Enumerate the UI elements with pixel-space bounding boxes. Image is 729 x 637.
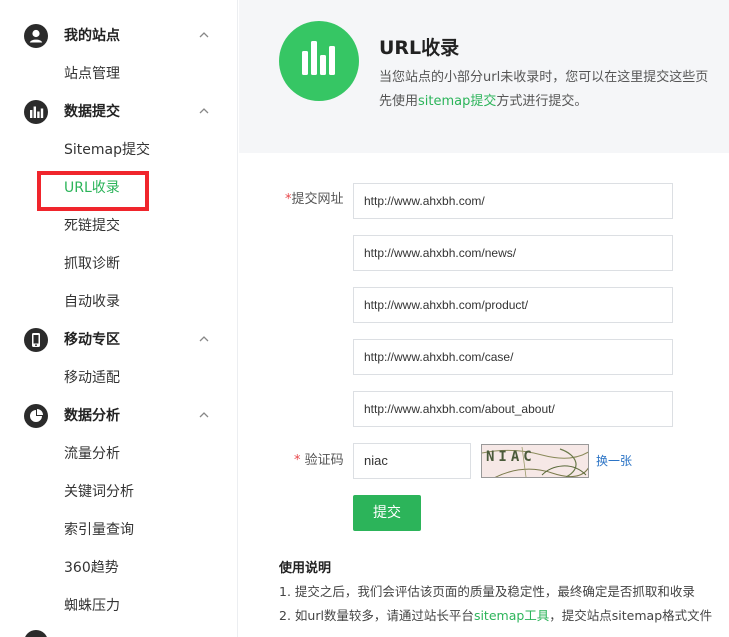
sidebar-item-keywords[interactable]: 关键词分析 bbox=[64, 482, 134, 502]
chevron-up-icon[interactable] bbox=[198, 333, 210, 345]
url-input-3[interactable]: http://www.ahxbh.com/product/ bbox=[353, 287, 673, 323]
page-title: URL收录 bbox=[379, 37, 460, 59]
highlight-box bbox=[37, 171, 149, 211]
captcha-image[interactable]: NIAC bbox=[481, 444, 589, 478]
sidebar-group-title: 移动专区 bbox=[64, 332, 120, 348]
chevron-up-icon[interactable] bbox=[198, 29, 210, 41]
sidebar-group-my-sites[interactable]: 我的站点 bbox=[0, 17, 238, 55]
next-group-icon bbox=[24, 630, 48, 637]
usage-line-2: 2. 如url数量较多，请通过站长平台sitemap工具，提交站点sitemap… bbox=[279, 607, 712, 625]
sidebar-group-title: 数据提交 bbox=[64, 104, 120, 120]
sidebar-item-360-trend[interactable]: 360趋势 bbox=[64, 558, 119, 578]
url-input-1[interactable]: http://www.ahxbh.com/ bbox=[353, 183, 673, 219]
url-field-label: *提交网址 bbox=[285, 191, 344, 209]
sidebar-item-crawl-diagnosis[interactable]: 抓取诊断 bbox=[64, 254, 120, 274]
url-input-2[interactable]: http://www.ahxbh.com/news/ bbox=[353, 235, 673, 271]
url-label-text: 提交网址 bbox=[291, 192, 344, 207]
pie-chart-icon bbox=[24, 404, 48, 428]
captcha-input[interactable]: niac bbox=[353, 443, 471, 479]
usage-text: ，提交站点sitemap格式文件 bbox=[549, 608, 713, 623]
url-input-4[interactable]: http://www.ahxbh.com/case/ bbox=[353, 339, 673, 375]
sidebar-item-traffic[interactable]: 流量分析 bbox=[64, 444, 120, 464]
desc-text: 方式进行提交。 bbox=[496, 94, 588, 109]
sidebar-item-spider-pressure[interactable]: 蜘蛛压力 bbox=[64, 596, 120, 616]
chevron-up-icon[interactable] bbox=[198, 105, 210, 117]
mobile-icon bbox=[24, 328, 48, 352]
sidebar-item-auto-index[interactable]: 自动收录 bbox=[64, 292, 120, 312]
sidebar-group-data-submit[interactable]: 数据提交 bbox=[0, 93, 238, 131]
sidebar-item-sitemap[interactable]: Sitemap提交 bbox=[64, 140, 150, 160]
user-icon bbox=[24, 24, 48, 48]
captcha-label: * 验证码 bbox=[294, 452, 344, 470]
usage-text: 2. 如url数量较多，请通过站长平台 bbox=[279, 608, 474, 623]
captcha-label-text: 验证码 bbox=[304, 453, 344, 468]
page-description-line2: 先使用sitemap提交方式进行提交。 bbox=[379, 93, 587, 111]
sitemap-submit-link[interactable]: sitemap提交 bbox=[418, 94, 496, 109]
sidebar-item-site-management[interactable]: 站点管理 bbox=[64, 64, 120, 84]
sidebar: 我的站点 站点管理 数据提交 Sitemap提交 URL收录 死链提交 抓取诊断… bbox=[0, 0, 238, 637]
desc-text: 先使用 bbox=[379, 94, 419, 109]
chevron-up-icon[interactable] bbox=[198, 409, 210, 421]
bar-chart-icon bbox=[24, 100, 48, 124]
sitemap-tool-link[interactable]: sitemap工具 bbox=[474, 608, 549, 623]
sidebar-group-analytics[interactable]: 数据分析 bbox=[0, 397, 238, 435]
sidebar-group-title: 数据分析 bbox=[64, 408, 120, 424]
sidebar-group-title: 我的站点 bbox=[64, 28, 120, 44]
url-input-5[interactable]: http://www.ahxbh.com/about_about/ bbox=[353, 391, 673, 427]
sidebar-item-index-query[interactable]: 索引量查询 bbox=[64, 520, 134, 540]
usage-line-1: 1. 提交之后，我们会评估该页面的质量及稳定性，最终确定是否抓取和收录 bbox=[279, 584, 695, 599]
sidebar-item-dead-links[interactable]: 死链提交 bbox=[64, 216, 120, 236]
page-description: 当您站点的小部分url未收录时，您可以在这里提交这些页 bbox=[379, 70, 709, 85]
captcha-text: NIAC bbox=[486, 449, 536, 465]
url-submit-logo-icon bbox=[279, 21, 359, 101]
submit-button[interactable]: 提交 bbox=[353, 495, 421, 531]
page-header: URL收录 当您站点的小部分url未收录时，您可以在这里提交这些页 先使用sit… bbox=[239, 0, 729, 153]
sidebar-item-mobile-adapt[interactable]: 移动适配 bbox=[64, 368, 120, 388]
sidebar-group-mobile[interactable]: 移动专区 bbox=[0, 321, 238, 359]
usage-title: 使用说明 bbox=[279, 561, 332, 576]
refresh-captcha-link[interactable]: 换一张 bbox=[596, 453, 632, 469]
required-asterisk: * bbox=[294, 453, 305, 468]
